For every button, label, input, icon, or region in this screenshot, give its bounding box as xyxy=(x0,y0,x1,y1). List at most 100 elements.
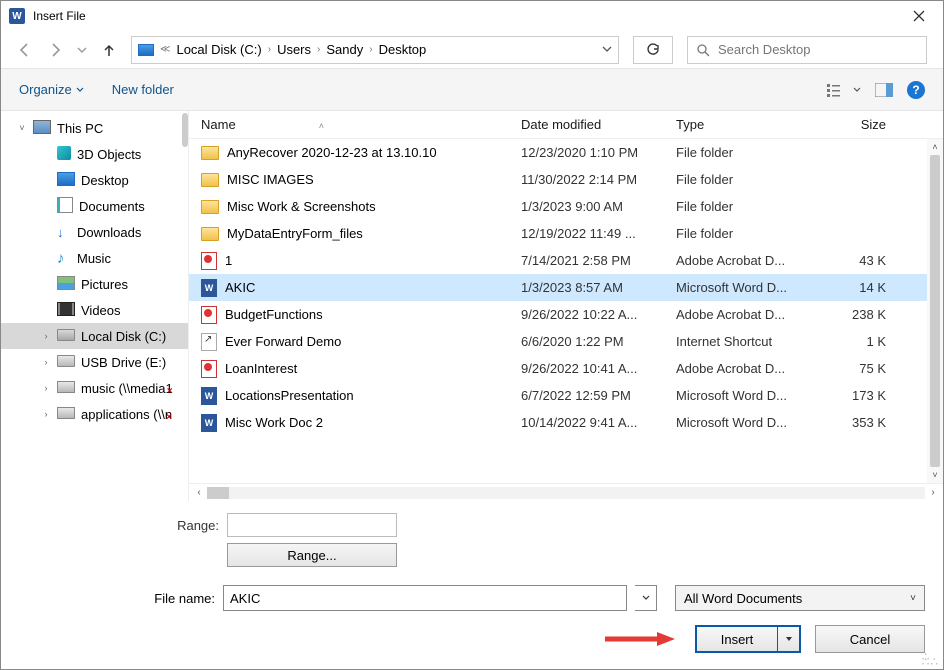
file-row[interactable]: AKIC1/3/2023 8:57 AMMicrosoft Word D...1… xyxy=(189,274,943,301)
sidebar-item[interactable]: ˅This PC xyxy=(1,115,188,141)
search-box[interactable] xyxy=(687,36,927,64)
chevron-down-icon xyxy=(76,86,84,94)
sidebar-item[interactable]: Pictures xyxy=(1,271,188,297)
file-row[interactable]: Ever Forward Demo6/6/2020 1:22 PMInterne… xyxy=(189,328,943,355)
file-name: BudgetFunctions xyxy=(225,307,323,322)
file-type-filter[interactable]: All Word Documents ˅ xyxy=(675,585,925,611)
file-row[interactable]: Misc Work Doc 210/14/2022 9:41 A...Micro… xyxy=(189,409,943,436)
nav-forward-button[interactable] xyxy=(47,42,63,58)
new-folder-button[interactable]: New folder xyxy=(112,82,174,97)
file-row[interactable]: LocationsPresentation6/7/2022 12:59 PMMi… xyxy=(189,382,943,409)
breadcrumb-dropdown[interactable] xyxy=(602,42,612,57)
sidebar-item[interactable]: Videos xyxy=(1,297,188,323)
sidebar-item-label: music (\\media1 xyxy=(81,381,173,396)
file-date: 9/26/2022 10:41 A... xyxy=(521,361,676,376)
disk-icon xyxy=(138,44,154,56)
horizontal-scrollbar[interactable]: ‹ › xyxy=(189,483,943,501)
range-button[interactable]: Range... xyxy=(227,543,397,567)
refresh-button[interactable] xyxy=(633,36,673,64)
file-row[interactable]: AnyRecover 2020-12-23 at 13.10.1012/23/2… xyxy=(189,139,943,166)
file-row[interactable]: BudgetFunctions 9/26/2022 10:22 A...Adobe… xyxy=(189,301,943,328)
sidebar-item[interactable]: Documents xyxy=(1,193,188,219)
file-size: 238 K xyxy=(826,307,886,322)
column-type[interactable]: Type xyxy=(676,117,826,132)
breadcrumb-part[interactable]: Desktop xyxy=(379,42,427,57)
file-row[interactable]: Misc Work & Screenshots1/3/2023 9:00 AMF… xyxy=(189,193,943,220)
preview-pane-button[interactable] xyxy=(875,83,893,97)
dl-icon xyxy=(57,225,71,240)
file-type: File folder xyxy=(676,145,826,160)
file-size: 353 K xyxy=(826,415,886,430)
scroll-track[interactable] xyxy=(207,487,925,499)
nav-back-button[interactable] xyxy=(17,42,33,58)
filename-input[interactable] xyxy=(223,585,627,611)
pdf-file-icon xyxy=(201,360,217,378)
column-name[interactable]: Name ˄ xyxy=(201,117,521,132)
sidebar-item[interactable]: Downloads xyxy=(1,219,188,245)
caret-right-icon: › xyxy=(41,409,51,419)
scroll-right-icon[interactable]: › xyxy=(925,487,941,498)
column-size[interactable]: Size xyxy=(826,117,886,132)
breadcrumb-part[interactable]: Local Disk (C:) xyxy=(176,42,261,57)
file-name: AKIC xyxy=(225,280,255,295)
view-mode-button[interactable] xyxy=(827,82,861,98)
file-type: Microsoft Word D... xyxy=(676,388,826,403)
nav-recent-dropdown[interactable] xyxy=(77,45,87,55)
range-input[interactable] xyxy=(227,513,397,537)
sidebar-item-label: This PC xyxy=(57,121,103,136)
organize-menu[interactable]: Organize xyxy=(19,82,84,97)
file-type: Internet Shortcut xyxy=(676,334,826,349)
caret-right-icon: › xyxy=(41,357,51,367)
insert-dropdown[interactable] xyxy=(777,627,799,651)
scroll-left-icon[interactable]: ‹ xyxy=(191,487,207,498)
help-button[interactable]: ? xyxy=(907,81,925,99)
filename-history-dropdown[interactable] xyxy=(635,585,657,611)
close-button[interactable] xyxy=(903,2,935,30)
file-row[interactable]: LoanInterest9/26/2022 10:41 A...Adobe Ac… xyxy=(189,355,943,382)
scroll-thumb[interactable] xyxy=(930,155,940,467)
sidebar-item[interactable]: 3D Objects xyxy=(1,141,188,167)
insert-button[interactable]: Insert xyxy=(697,627,777,651)
vertical-scrollbar[interactable]: ˄ ˅ xyxy=(927,139,943,483)
file-type: Adobe Acrobat D... xyxy=(676,253,826,268)
sidebar-item[interactable]: Desktop xyxy=(1,167,188,193)
folder-file-icon xyxy=(201,146,219,160)
file-size: 14 K xyxy=(826,280,886,295)
file-size: 1 K xyxy=(826,334,886,349)
file-list: AnyRecover 2020-12-23 at 13.10.1012/23/2… xyxy=(189,139,943,483)
sidebar-item[interactable]: ›music (\\media1 xyxy=(1,375,188,401)
scrollbar-thumb[interactable] xyxy=(182,113,188,147)
folder-file-icon xyxy=(201,200,219,214)
sidebar-item[interactable]: ›applications (\\n xyxy=(1,401,188,427)
sidebar-item[interactable]: ›Local Disk (C:) xyxy=(1,323,188,349)
resize-grip-icon[interactable]: ∴∴∴ xyxy=(922,655,939,665)
scroll-up-icon[interactable]: ˄ xyxy=(927,139,943,155)
cancel-button[interactable]: Cancel xyxy=(815,625,925,653)
pc-icon xyxy=(33,120,51,137)
file-row[interactable]: MISC IMAGES11/30/2022 2:14 PMFile folder xyxy=(189,166,943,193)
sidebar-item[interactable]: Music xyxy=(1,245,188,271)
breadcrumb-part[interactable]: Users xyxy=(277,42,311,57)
sidebar-item[interactable]: ›USB Drive (E:) xyxy=(1,349,188,375)
file-row[interactable]: 17/14/2021 2:58 PMAdobe Acrobat D...43 K xyxy=(189,247,943,274)
file-row[interactable]: MyDataEntryForm_files12/19/2022 11:49 ..… xyxy=(189,220,943,247)
scroll-down-icon[interactable]: ˅ xyxy=(927,467,943,483)
file-name: Ever Forward Demo xyxy=(225,334,341,349)
breadcrumb-address-bar[interactable]: ≪ Local Disk (C:) › Users › Sandy › Desk… xyxy=(131,36,619,64)
nav-up-button[interactable] xyxy=(101,42,117,58)
refresh-icon xyxy=(646,43,660,57)
breadcrumb-part[interactable]: Sandy xyxy=(326,42,363,57)
insert-split-button[interactable]: Insert xyxy=(695,625,801,653)
filename-label: File name: xyxy=(19,591,215,606)
search-input[interactable] xyxy=(718,42,918,57)
file-type: File folder xyxy=(676,172,826,187)
scroll-thumb[interactable] xyxy=(207,487,229,499)
file-type: Adobe Acrobat D... xyxy=(676,307,826,322)
sidebar-item-label: Local Disk (C:) xyxy=(81,329,166,344)
sidebar-item-label: Pictures xyxy=(81,277,128,292)
navigation-bar: ≪ Local Disk (C:) › Users › Sandy › Desk… xyxy=(1,31,943,69)
chevron-down-icon xyxy=(853,86,861,94)
file-date: 9/26/2022 10:22 A... xyxy=(521,307,676,322)
column-date[interactable]: Date modified xyxy=(521,117,676,132)
search-icon xyxy=(696,43,710,57)
